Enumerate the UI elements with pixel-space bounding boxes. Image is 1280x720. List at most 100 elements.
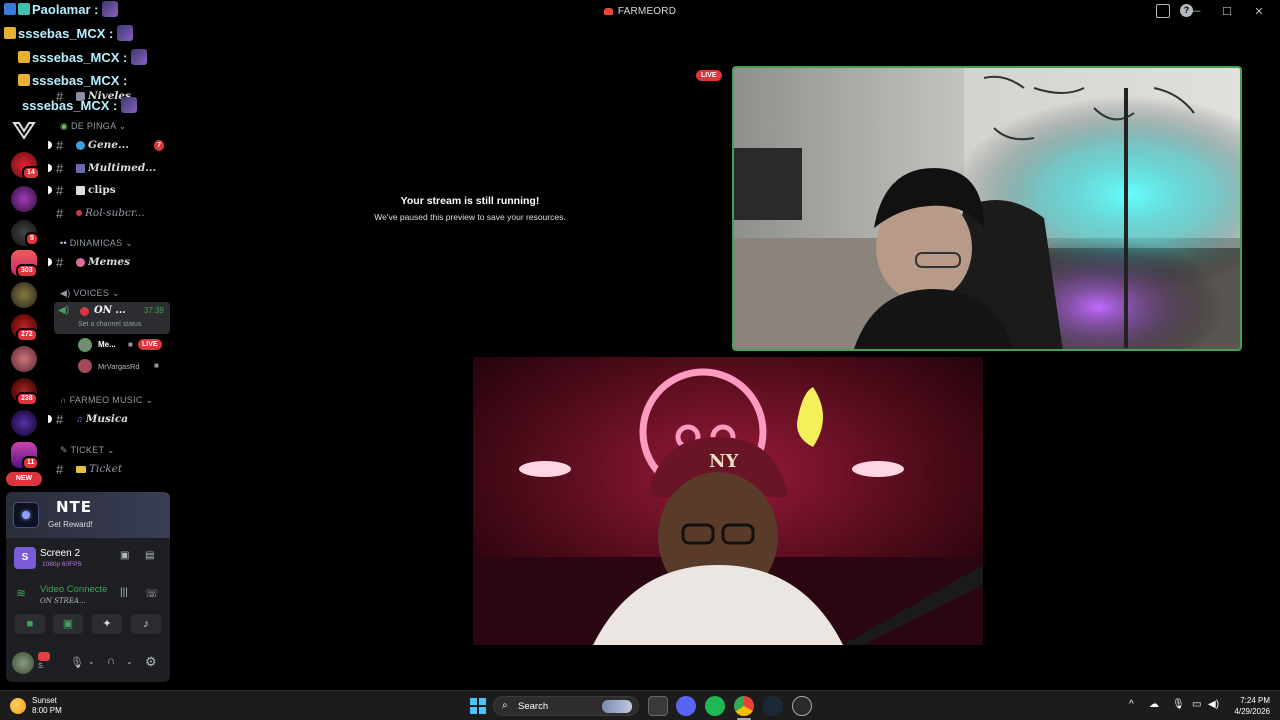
chat-overlay-line: sssebas_MCX : — [18, 49, 148, 65]
signal-icon[interactable]: ≋ — [16, 586, 26, 600]
settings-gear-icon[interactable]: ⚙ — [145, 654, 157, 670]
channel-ticket[interactable]: # Ticket — [56, 459, 172, 479]
chrome-icon[interactable] — [734, 696, 754, 716]
crown-icon — [4, 27, 16, 39]
soundboard-button[interactable]: ♪ — [131, 614, 161, 634]
hash-icon: # — [56, 137, 64, 153]
server-icon[interactable] — [11, 282, 37, 308]
emote-icon — [131, 49, 148, 65]
steam-icon[interactable] — [763, 696, 783, 716]
server-badge: 5 — [25, 232, 39, 246]
stream-tile-main[interactable]: NY — [473, 357, 983, 645]
stream-video-frame: NY — [473, 357, 983, 645]
user-panel: NTE Get Reward! S Screen 2 1080p 60FPS ▣… — [6, 492, 170, 682]
clip-icon — [76, 185, 85, 195]
weather-widget[interactable]: Sunset 8:00 PM — [10, 696, 62, 716]
channel-memes[interactable]: # Memes — [56, 252, 172, 272]
headphones-icon[interactable]: ∩ — [107, 655, 115, 667]
chevron-down-icon[interactable]: ⌄ — [88, 657, 95, 666]
screen-share-button[interactable]: ▣ — [53, 614, 83, 634]
minimize-button[interactable]: — — [1188, 5, 1202, 17]
channel-multimedia[interactable]: # Multimed... — [56, 158, 172, 178]
category-voices[interactable]: ◀) VOICES ⌄ — [60, 288, 120, 299]
cloud-icon[interactable]: ☁ — [1149, 699, 1159, 710]
channel-rol[interactable]: # Rol-subcr... — [56, 203, 172, 223]
pin-icon — [76, 210, 82, 216]
microphone-icon[interactable]: 🎙︎ — [1172, 699, 1185, 710]
stream-tile-speaking[interactable] — [732, 66, 1242, 351]
volume-icon[interactable]: ◀) — [1208, 699, 1219, 710]
sun-icon — [10, 698, 26, 714]
category-ticket[interactable]: ✎ TICKET ⌄ — [60, 445, 115, 456]
window-controls: — ☐ ✕ — [1188, 0, 1266, 22]
user-avatar[interactable] — [12, 652, 34, 674]
channel-musica[interactable]: # ♫ Musica — [56, 409, 172, 429]
paused-title: Your stream is still running! — [400, 195, 540, 207]
chevron-down-icon[interactable]: ⌄ — [126, 657, 133, 666]
emote-icon — [121, 97, 138, 113]
maximize-button[interactable]: ☐ — [1220, 5, 1234, 18]
noise-suppression-icon[interactable]: ||| — [120, 587, 128, 598]
stop-stream-icon[interactable]: ▣ — [120, 550, 129, 561]
live-tag: LIVE — [696, 70, 722, 81]
activities-button[interactable]: ✦ — [92, 614, 122, 634]
active-voice-channel[interactable]: ◀) ON ... 37:39 Set a channel status — [54, 302, 170, 334]
channel-clips[interactable]: # clips — [56, 180, 172, 200]
server-icon[interactable] — [11, 410, 37, 436]
disconnect-icon[interactable]: ☏ — [145, 587, 159, 600]
voice-user-row[interactable]: Me... ■ LIVE — [78, 338, 172, 352]
crown-icon — [18, 74, 30, 86]
category-dinamicas[interactable]: •• DINAMICAS ⌄ — [60, 238, 133, 249]
voice-connected-icon: ◀) — [58, 305, 70, 316]
chat-overlay-line: sssebas_MCX : — [18, 73, 127, 88]
hash-icon: # — [56, 254, 64, 270]
chat-overlay-line: Paolamar : — [4, 1, 119, 17]
spotify-icon[interactable] — [705, 696, 725, 716]
unread-indicator — [48, 164, 52, 172]
inbox-icon[interactable] — [1156, 4, 1170, 18]
hash-icon: # — [56, 461, 64, 477]
avatar — [78, 338, 92, 352]
camera-button[interactable]: ■ — [15, 614, 45, 634]
windows-taskbar: Sunset 8:00 PM ⌕ Search ^ ☁ 🎙︎ ▭ ◀) 7:24… — [0, 690, 1280, 720]
category-farmeo-music[interactable]: ∩ FARMEO MUSIC ⌄ — [60, 395, 153, 406]
server-icon[interactable] — [11, 186, 37, 212]
unread-indicator — [48, 415, 52, 423]
voice-user-row[interactable]: MrVargasRd ■ — [78, 359, 172, 373]
camera-icon: ■ — [154, 361, 159, 370]
close-button[interactable]: ✕ — [1252, 5, 1266, 18]
app-logo-icon — [603, 7, 613, 15]
display-icon[interactable]: ▭ — [1192, 699, 1201, 710]
hash-icon: # — [56, 182, 64, 198]
category-de-pinga[interactable]: ◉ DE PINGA ⌄ — [60, 121, 127, 132]
server-icon[interactable] — [11, 346, 37, 372]
emoji-face-icon — [76, 257, 85, 267]
clip-icon[interactable]: ▤ — [145, 550, 154, 561]
system-clock[interactable]: 7:24 PM 4/29/2026 — [1234, 695, 1270, 717]
microphone-icon[interactable]: 🎙︎ — [70, 656, 84, 669]
new-unreads-pill[interactable]: NEW — [6, 472, 42, 486]
svg-text:NY: NY — [709, 451, 739, 472]
taskbar-search[interactable]: ⌕ Search — [493, 696, 639, 716]
server-v-logo-icon[interactable] — [12, 120, 36, 140]
live-badge: LIVE — [138, 339, 162, 350]
server-badge: 11 — [22, 456, 40, 470]
start-button[interactable] — [468, 696, 488, 716]
channel-list: # Niveles ◉ DE PINGA ⌄ # Gene... 7 # Multim… — [48, 22, 176, 492]
task-view-icon[interactable] — [648, 696, 668, 716]
stream-video-frame — [734, 68, 1240, 349]
globe-icon — [76, 140, 85, 150]
promo-banner[interactable]: NTE Get Reward! — [6, 492, 170, 538]
headphones-icon: ∩ — [60, 395, 70, 405]
paused-subtitle: We've paused this preview to save your r… — [374, 212, 566, 222]
chevron-up-icon[interactable]: ^ — [1129, 699, 1134, 710]
server-badge: 238 — [16, 392, 38, 406]
screen-app-icon: S — [14, 547, 36, 569]
discord-icon[interactable] — [676, 696, 696, 716]
search-highlight-image — [602, 700, 632, 713]
unread-indicator — [48, 258, 52, 266]
badge-icon — [4, 3, 16, 15]
channel-status-hint[interactable]: Set a channel status — [78, 321, 141, 328]
app-icon[interactable] — [792, 696, 812, 716]
user-badge-icon — [38, 652, 50, 661]
